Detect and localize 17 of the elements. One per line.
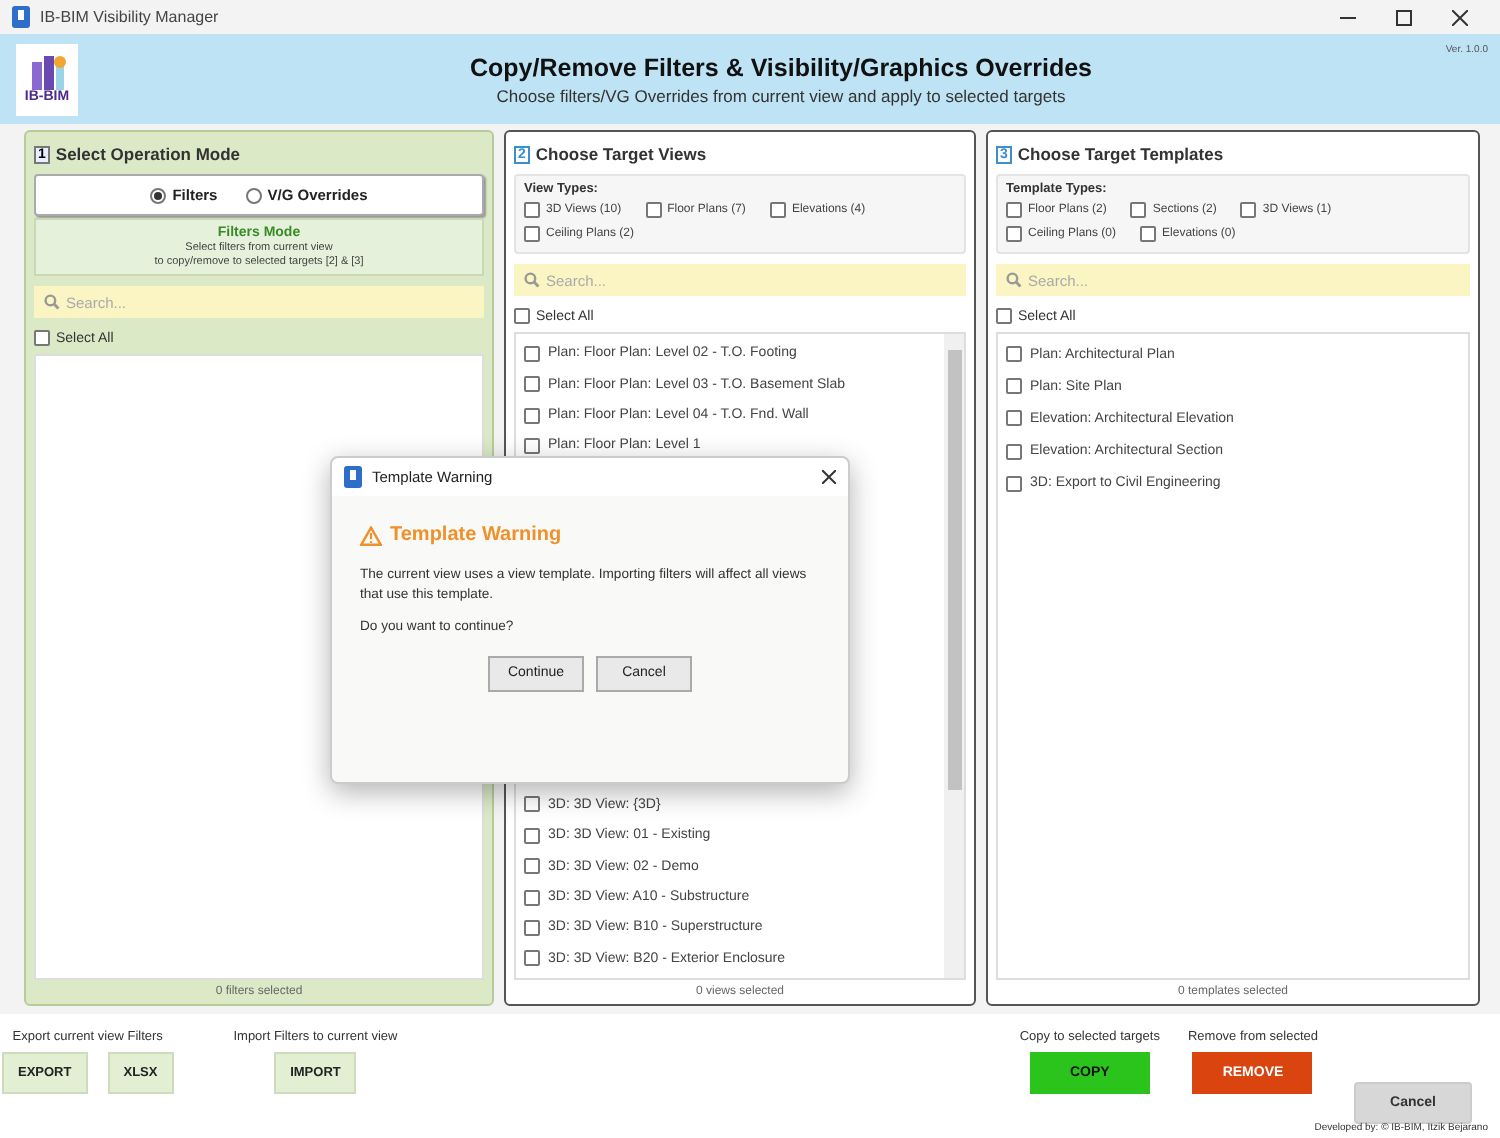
window-title: IB-BIM Visibility Manager bbox=[40, 8, 221, 26]
app-icon bbox=[12, 6, 30, 28]
scrollbar[interactable] bbox=[944, 334, 964, 978]
panel-title: Choose Target Views bbox=[535, 144, 707, 164]
panel-title: Select Operation Mode bbox=[55, 144, 241, 164]
search-icon bbox=[44, 294, 60, 310]
search-icon bbox=[1006, 272, 1022, 288]
warning-icon bbox=[360, 525, 382, 545]
app-subtitle: Choose filters/VG Overrides from current view and apply to selected targets bbox=[496, 85, 1066, 105]
close-icon[interactable] bbox=[1452, 9, 1468, 25]
close-icon[interactable] bbox=[822, 470, 836, 484]
search-icon bbox=[524, 272, 540, 288]
app-icon bbox=[344, 466, 362, 488]
maximize-icon[interactable] bbox=[1396, 9, 1412, 25]
dialog-heading: Template Warning bbox=[390, 524, 562, 546]
panel-title: Choose Target Templates bbox=[1017, 144, 1224, 164]
app-title: Copy/Remove Filters & Visibility/Graphics Overrides bbox=[470, 53, 1092, 81]
